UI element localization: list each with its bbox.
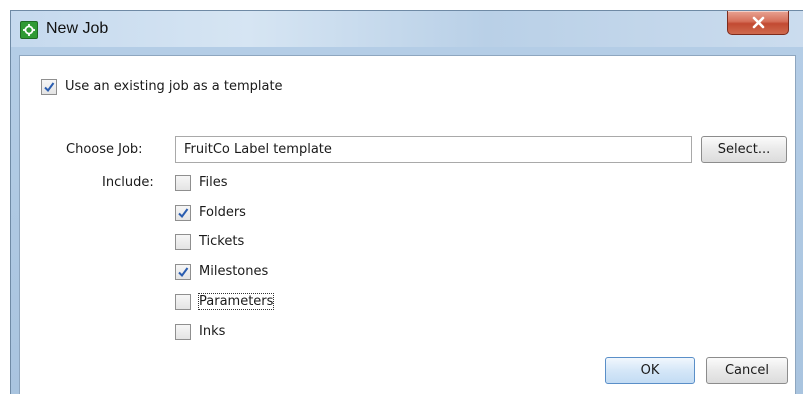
include-inks-checkbox[interactable] — [175, 324, 191, 340]
include-files-checkbox[interactable] — [175, 175, 191, 191]
include-label: Include: — [102, 175, 154, 190]
title-bar[interactable]: New Job — [11, 11, 803, 47]
select-button[interactable]: Select... — [701, 136, 787, 163]
cancel-button[interactable]: Cancel — [706, 357, 788, 384]
ok-button[interactable]: OK — [605, 357, 695, 384]
include-tickets-label: Tickets — [199, 234, 245, 249]
include-folders-label: Folders — [199, 205, 246, 220]
window-title: New Job — [46, 20, 109, 37]
include-parameters-label: Parameters — [197, 293, 275, 310]
close-button[interactable] — [727, 11, 789, 35]
include-tickets-checkbox[interactable] — [175, 234, 191, 250]
choose-job-label: Choose Job: — [66, 142, 143, 157]
include-files-label: Files — [199, 175, 228, 190]
close-icon — [752, 16, 765, 29]
include-milestones-checkbox[interactable] — [175, 264, 191, 280]
checkmark-icon — [44, 82, 55, 93]
dialog-window: New Job Use an existing job as a templat… — [10, 10, 803, 394]
choose-job-field[interactable]: FruitCo Label template — [175, 136, 692, 163]
include-inks-label: Inks — [199, 324, 226, 339]
include-parameters-checkbox[interactable] — [175, 294, 191, 310]
use-template-checkbox[interactable] — [41, 79, 57, 95]
app-gear-icon — [20, 21, 38, 39]
dialog-body: Use an existing job as a template Choose… — [19, 55, 796, 394]
checkmark-icon — [178, 208, 189, 219]
use-template-label: Use an existing job as a template — [65, 79, 283, 94]
include-folders-checkbox[interactable] — [175, 205, 191, 221]
checkmark-icon — [178, 267, 189, 278]
include-milestones-label: Milestones — [199, 264, 269, 279]
